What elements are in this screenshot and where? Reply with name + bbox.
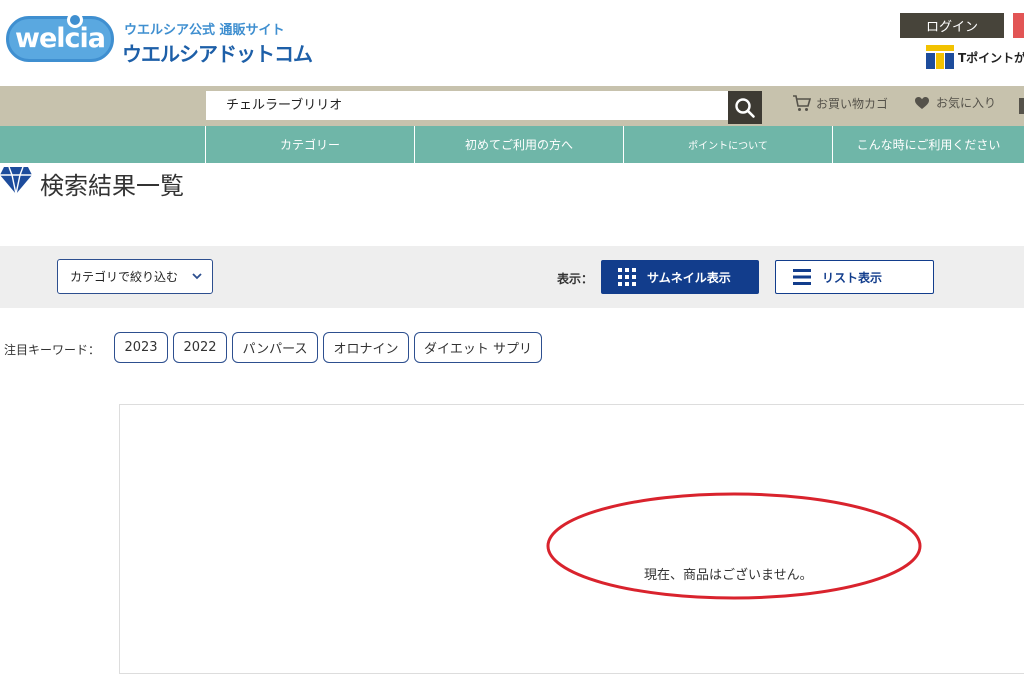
nav-item-points[interactable]: ポイントについて bbox=[623, 126, 832, 163]
nav-item-category[interactable]: カテゴリー bbox=[205, 126, 414, 163]
logo-title[interactable]: ウエルシアドットコム bbox=[122, 38, 313, 67]
tpoint-link[interactable]: Tポイントが bbox=[958, 49, 1024, 66]
cart-label: お買い物カゴ bbox=[816, 96, 889, 111]
page-title: 検索結果一覧 bbox=[40, 172, 184, 200]
tpoint-icon bbox=[926, 45, 954, 69]
list-view-button[interactable]: リスト表示 bbox=[775, 260, 934, 294]
favorites-link[interactable]: お気に入り bbox=[914, 94, 996, 111]
heart-icon bbox=[915, 96, 929, 109]
grid-icon bbox=[618, 268, 636, 286]
logo-wordmark: welcia bbox=[15, 22, 106, 54]
favorites-label: お気に入り bbox=[936, 96, 997, 110]
view-mode-label: 表示： bbox=[557, 272, 594, 286]
cart-link[interactable]: お買い物カゴ bbox=[792, 94, 888, 112]
thumbnail-view-button[interactable]: サムネイル表示 bbox=[601, 260, 759, 294]
thumbnail-view-label: サムネイル表示 bbox=[647, 270, 731, 285]
keyword-chip[interactable]: オロナイン bbox=[323, 332, 409, 363]
cart-icon bbox=[793, 95, 812, 111]
keyword-chip[interactable]: パンパース bbox=[232, 332, 318, 363]
list-view-label: リスト表示 bbox=[822, 270, 883, 285]
login-button[interactable]: ログイン bbox=[900, 13, 1004, 38]
keyword-chip[interactable]: 2022 bbox=[173, 332, 227, 363]
welcia-logo[interactable]: welcia bbox=[6, 16, 114, 62]
search-button[interactable] bbox=[728, 91, 762, 124]
keyword-chip[interactable]: 2023 bbox=[114, 332, 168, 363]
nav-item-usage[interactable]: こんな時にご利用ください bbox=[832, 126, 1024, 163]
search-input[interactable]: チェルラーブリリオ bbox=[206, 91, 728, 120]
keyword-chip[interactable]: ダイエット サプリ bbox=[414, 332, 542, 363]
category-filter-select[interactable]: カテゴリで絞り込む bbox=[57, 259, 213, 294]
nav-item-first-time[interactable]: 初めてご利用の方へ bbox=[414, 126, 623, 163]
keyword-list: 2023 2022 パンパース オロナイン ダイエット サプリ bbox=[114, 332, 542, 363]
keywords-label: 注目キーワード： bbox=[4, 343, 101, 357]
more-tab[interactable] bbox=[1019, 98, 1024, 114]
register-button[interactable] bbox=[1013, 13, 1024, 38]
category-filter-label: カテゴリで絞り込む bbox=[70, 270, 179, 284]
logo-subtitle: ウエルシア公式 通販サイト bbox=[124, 23, 285, 38]
diamond-icon bbox=[0, 166, 32, 195]
search-icon bbox=[735, 97, 755, 118]
list-icon bbox=[793, 269, 811, 285]
logo-dot-icon bbox=[67, 12, 83, 28]
highlight-ellipse bbox=[546, 492, 922, 600]
chevron-down-icon bbox=[192, 273, 202, 280]
